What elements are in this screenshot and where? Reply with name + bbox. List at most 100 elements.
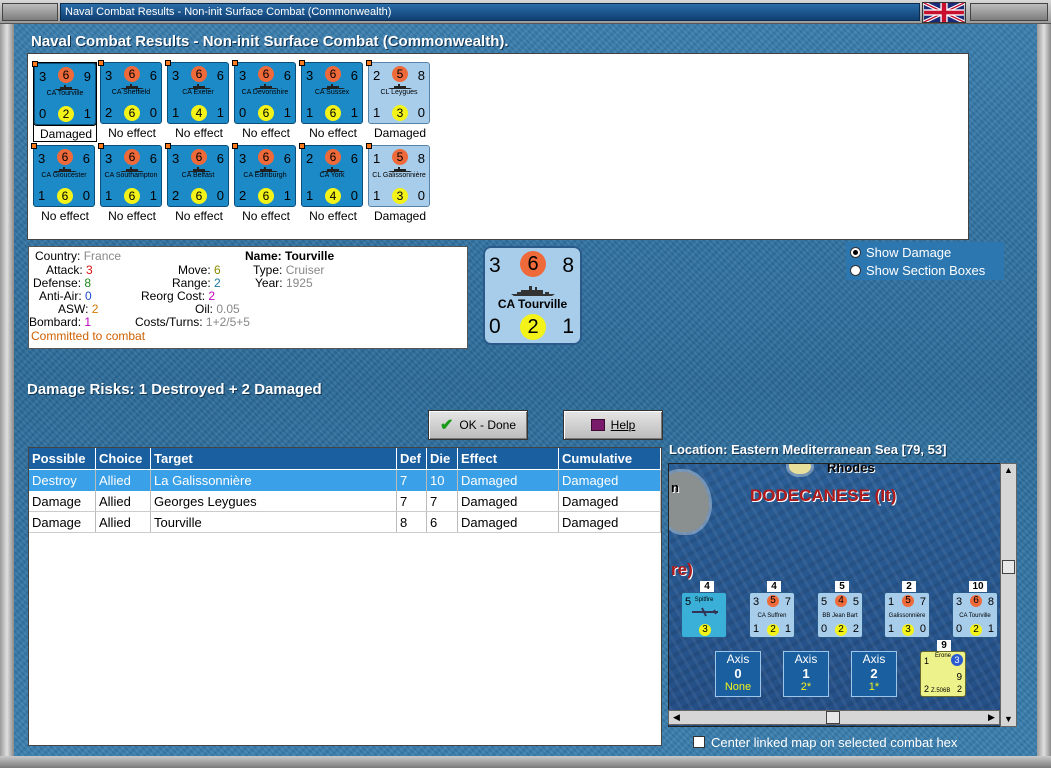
- ok-done-button[interactable]: ✔ OK - Done: [428, 410, 528, 440]
- country-value: France: [83, 249, 122, 263]
- map-unit-galissonniere[interactable]: 1 5 7 Galissonnière 1 3 0: [884, 592, 930, 638]
- unit-bottom-left: 0: [39, 106, 47, 121]
- map-vertical-scrollbar[interactable]: ▲ ▼: [1000, 463, 1017, 727]
- unit-bottom-left: 1: [172, 105, 180, 120]
- unit-defense: 6: [124, 188, 140, 204]
- unit-marker-icon: [232, 60, 238, 66]
- combat-unit-8[interactable]: 3 6 6 CA Belfast 2 6 0 No effect: [165, 143, 231, 225]
- center-map-checkbox[interactable]: [693, 736, 705, 748]
- axis-box-value: 1*: [868, 681, 880, 693]
- unit-counter: 3 6 6 CA Gloucester 1 6 0: [31, 143, 95, 207]
- scroll-up-icon[interactable]: ▲: [1001, 464, 1016, 477]
- table-row[interactable]: Destroy Allied La Galissonnière 7 10 Dam…: [29, 470, 661, 491]
- map-unit-spitfire[interactable]: 5 Spitfire 3: [681, 592, 727, 638]
- column-header-effect[interactable]: Effect: [458, 448, 559, 469]
- combat-unit-9[interactable]: 3 6 6 CA Edinburgh 2 6 1 No effect: [232, 143, 298, 225]
- combat-unit-1[interactable]: 3 6 6 CA Sheffield 2 6 0 No effect: [98, 60, 164, 142]
- column-header-cumulative[interactable]: Cumulative: [559, 448, 661, 469]
- map-unit-def: 3: [699, 624, 711, 636]
- scroll-down-icon[interactable]: ▼: [1001, 713, 1016, 726]
- center-map-option[interactable]: Center linked map on selected combat hex: [693, 734, 957, 750]
- combat-unit-4[interactable]: 3 6 6 CA Sussex 1 6 1 No effect: [299, 60, 365, 142]
- cell-choice: Allied: [96, 470, 151, 491]
- unit-top-left: 3: [172, 151, 180, 166]
- unit-attack: 6: [325, 149, 341, 165]
- stack-count: 4: [700, 581, 714, 592]
- map-unit-name: BB Jean Bart: [822, 613, 858, 619]
- show-damage-radio[interactable]: [850, 246, 861, 258]
- unit-result: Damaged: [39, 127, 93, 141]
- combat-unit-7[interactable]: 3 6 6 CA Southampton 1 6 1 No effect: [98, 143, 164, 225]
- map-horizontal-scrollbar[interactable]: ◀ ▶: [668, 710, 1000, 725]
- map-unit-suffren[interactable]: 3 5 7 CA Suffren 1 2 1: [749, 592, 795, 638]
- asw-label: ASW:: [58, 302, 89, 316]
- axis-box-label: Axis: [862, 652, 886, 666]
- unit-result: No effect: [175, 209, 223, 223]
- column-header-def[interactable]: Def: [397, 448, 427, 469]
- map-unit-br: 1: [987, 623, 994, 635]
- unit-name: CA Sussex: [314, 89, 350, 96]
- map-unit-def: 3: [902, 624, 914, 636]
- cell-cumulative: Damaged: [559, 491, 661, 512]
- show-damage-option[interactable]: Show Damage: [850, 244, 951, 260]
- cell-cumulative: Damaged: [559, 470, 661, 491]
- linked-map[interactable]: Rhodes n DODECANESE (It) re) 4 5 Spitfir…: [668, 463, 1017, 727]
- combat-unit-3[interactable]: 3 6 6 CA Devonshire 0 6 1 No effect: [232, 60, 298, 142]
- table-row[interactable]: Damage Allied Georges Leygues 7 7 Damage…: [29, 491, 661, 512]
- column-header-die[interactable]: Die: [427, 448, 458, 469]
- scroll-left-icon[interactable]: ◀: [669, 711, 684, 724]
- combat-unit-5[interactable]: 2 5 8 CL Leygues 1 3 0 Damaged: [366, 60, 432, 142]
- scroll-right-icon[interactable]: ▶: [984, 711, 999, 724]
- type-value: Cruiser: [285, 263, 325, 277]
- map-unit-erone[interactable]: 1 Erone 3 9 2 Z.506B 2: [920, 651, 966, 697]
- window-menu-button[interactable]: [2, 3, 58, 21]
- column-header-choice[interactable]: Choice: [96, 448, 151, 469]
- unit-bottom-left: 2: [239, 188, 247, 203]
- show-section-radio[interactable]: [850, 264, 861, 276]
- cell-target: La Galissonnière: [151, 470, 397, 491]
- unit-marker-icon: [299, 143, 305, 149]
- attack-circle: 6: [520, 251, 546, 277]
- unit-result: No effect: [175, 126, 223, 140]
- column-header-target[interactable]: Target: [151, 448, 397, 469]
- column-header-possible[interactable]: Possible: [29, 448, 96, 469]
- map-partial-region-label: re): [671, 560, 693, 579]
- combat-unit-2[interactable]: 3 6 6 CA Exeter 1 4 1 No effect: [165, 60, 231, 142]
- cell-target: Tourville: [151, 512, 397, 533]
- unit-top-left: 2: [373, 68, 381, 83]
- unit-bottom-right: 0: [417, 105, 425, 120]
- unit-result: Damaged: [373, 126, 427, 140]
- map-unit-tourville[interactable]: 3 6 8 CA Tourville 0 2 1: [952, 592, 998, 638]
- unit-bottom-right: 0: [350, 188, 358, 203]
- help-button[interactable]: Help: [563, 410, 663, 440]
- unit-bottom-right: 0: [149, 105, 157, 120]
- unit-top-right: 6: [283, 151, 291, 166]
- help-book-icon: [590, 419, 605, 431]
- unit-counter: 3 6 6 CA Sheffield 2 6 0: [98, 60, 162, 124]
- combat-unit-11[interactable]: 1 5 8 CL Galissonnière 1 3 0 Damaged: [366, 143, 432, 225]
- combat-unit-0[interactable]: 3 6 9 CA Tourville 0 2 1 Damaged: [32, 61, 97, 142]
- damage-table: Possible Choice Target Def Die Effect Cu…: [28, 447, 662, 746]
- combat-unit-10[interactable]: 2 6 6 CA York 1 4 0 No effect: [299, 143, 365, 225]
- aircraft-icon: [692, 607, 718, 617]
- unit-result: Damaged: [373, 209, 427, 223]
- combat-unit-6[interactable]: 3 6 6 CA Gloucester 1 6 0 No effect: [31, 143, 97, 225]
- horizontal-scroll-thumb[interactable]: [826, 711, 840, 724]
- unit-top-left: 3: [239, 151, 247, 166]
- window-controls[interactable]: [970, 3, 1048, 21]
- axis-box-number: 2: [870, 666, 878, 681]
- axis-section-box[interactable]: Axis 0 None: [715, 651, 761, 697]
- map-unit-jean-bart[interactable]: 5 4 5 BB Jean Bart 0 2 2: [817, 592, 863, 638]
- axis-section-box[interactable]: Axis 1 2*: [783, 651, 829, 697]
- axis-section-box[interactable]: Axis 2 1*: [851, 651, 897, 697]
- unit-top-right: 6: [350, 151, 358, 166]
- table-row[interactable]: Damage Allied Tourville 8 6 Damaged Dama…: [29, 512, 661, 533]
- show-section-option[interactable]: Show Section Boxes: [850, 262, 985, 278]
- attack-value: 3: [86, 263, 93, 277]
- bombard-value: 1: [84, 315, 92, 329]
- defense-value: 8: [84, 276, 92, 290]
- vertical-scroll-thumb[interactable]: [1002, 560, 1015, 574]
- axis-box-number: 0: [734, 666, 742, 681]
- unit-result: No effect: [309, 126, 357, 140]
- unit-defense: 4: [325, 188, 341, 204]
